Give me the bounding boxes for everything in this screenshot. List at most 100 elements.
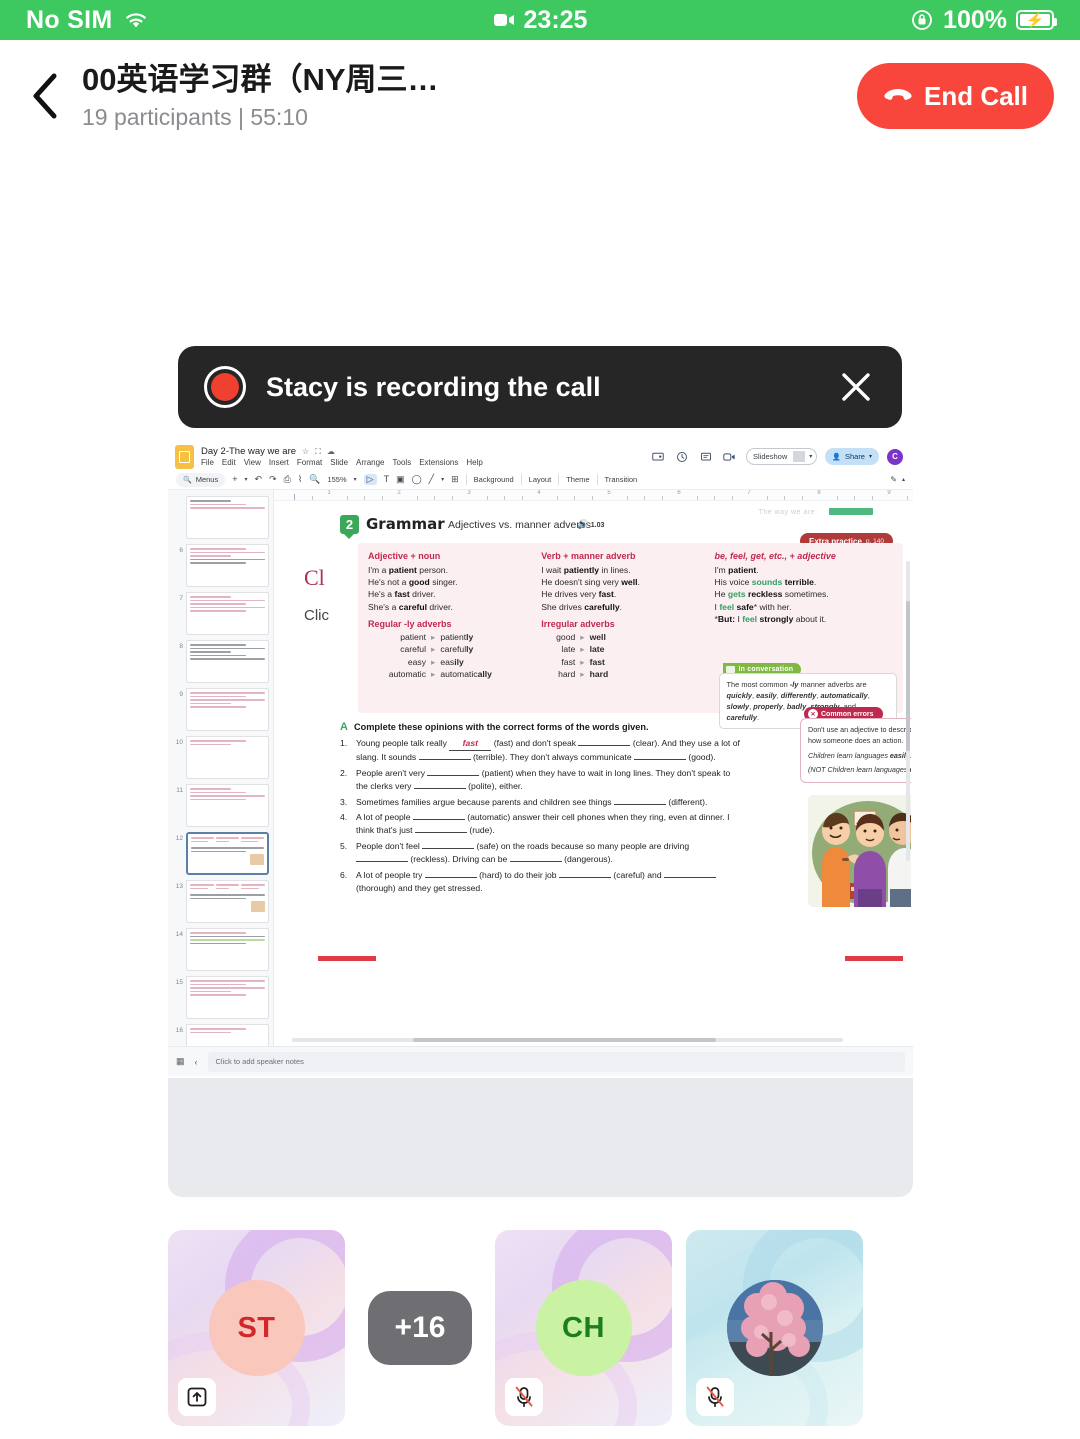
star-icon[interactable]: ☆ — [302, 447, 309, 456]
background-button[interactable]: Background — [474, 475, 514, 484]
comment-icon[interactable] — [698, 449, 714, 465]
list-item[interactable]: 16 — [172, 1024, 269, 1046]
tile-stacy[interactable]: ST — [168, 1230, 345, 1426]
slide-thumbnail[interactable] — [186, 736, 269, 779]
share-button[interactable]: 👤 Share ▾ — [825, 448, 879, 465]
slide-thumbnail[interactable] — [186, 880, 269, 923]
line-icon[interactable]: ╱ — [429, 475, 434, 484]
mic-off-icon — [696, 1378, 734, 1416]
tile-overflow[interactable]: +16 — [368, 1291, 472, 1365]
zoom-caret-icon[interactable]: ▾ — [354, 477, 357, 483]
mic-off-icon — [505, 1378, 543, 1416]
list-item[interactable]: 12 — [172, 832, 269, 875]
list-item[interactable]: 10 — [172, 736, 269, 779]
cursor-select-icon[interactable]: ▷ — [363, 474, 377, 485]
list-item: 2. People aren't very (patient) when they… — [340, 767, 731, 791]
list-item[interactable]: 7 — [172, 592, 269, 635]
list-item[interactable]: 11 — [172, 784, 269, 827]
slide-canvas-area[interactable]: 1 2 3 4 5 6 7 8 9 Cl Clic The way we are… — [274, 490, 913, 1046]
shape-icon[interactable]: ◯ — [412, 475, 422, 484]
google-slides-icon — [175, 444, 194, 469]
menu-slide[interactable]: Slide — [330, 458, 348, 467]
pen-icon[interactable]: ✎ — [890, 475, 897, 484]
history-icon[interactable] — [674, 449, 690, 465]
undo-icon[interactable]: ↶ — [255, 475, 263, 484]
tile-ch[interactable]: CH — [495, 1230, 672, 1426]
list-item[interactable]: 9 — [172, 688, 269, 731]
chevron-down-icon[interactable]: ▾ — [805, 453, 816, 460]
slide-thumbnail[interactable] — [186, 496, 269, 539]
redo-icon[interactable]: ↷ — [269, 475, 277, 484]
text-box-icon[interactable]: T — [384, 475, 390, 484]
screen-share-container[interactable]: Day 2-The way we are ☆ ⛶ ☁ File Edit Vie… — [168, 440, 913, 1197]
current-slide[interactable]: Cl Clic The way we are 2 Grammar Adjecti… — [296, 507, 911, 967]
menu-insert[interactable]: Insert — [269, 458, 289, 467]
slide-thumbnail[interactable] — [186, 976, 269, 1019]
slide-thumbnail[interactable] — [186, 592, 269, 635]
transition-button[interactable]: Transition — [605, 475, 638, 484]
zoom-level-label[interactable]: 155% — [327, 475, 346, 484]
menu-arrange[interactable]: Arrange — [356, 458, 384, 467]
collapse-icon[interactable]: ▴ — [902, 476, 905, 483]
cloud-status-icon[interactable]: ☁ — [327, 447, 335, 456]
list-item[interactable] — [172, 496, 269, 539]
slide-filmstrip[interactable]: 6 7 8 9 10 11 12 13 14 15 16 — [168, 490, 274, 1046]
slide-thumbnail[interactable] — [186, 784, 269, 827]
menus-search-button[interactable]: 🔍 Menus — [176, 472, 226, 487]
avatar[interactable]: C — [887, 448, 903, 465]
slide-thumbnail-selected[interactable] — [186, 832, 269, 875]
slide-thumbnail[interactable] — [186, 544, 269, 587]
speaker-notes-bar[interactable]: ▦ ‹ Click to add speaker notes — [168, 1046, 913, 1076]
slide-editing-area[interactable]: Cl Clic The way we are 2 Grammar Adjecti… — [274, 501, 913, 1046]
cherry-blossom-photo — [726, 1280, 823, 1376]
menu-extensions[interactable]: Extensions — [419, 458, 458, 467]
horizontal-ruler: 1 2 3 4 5 6 7 8 9 — [274, 490, 913, 501]
close-icon[interactable] — [836, 367, 876, 407]
speaker-notes-input[interactable]: Click to add speaker notes — [207, 1051, 905, 1072]
canvas-vertical-scrollbar[interactable] — [906, 561, 910, 861]
chevron-down-icon[interactable]: ▾ — [869, 453, 872, 460]
new-slide-caret-icon[interactable]: ▾ — [245, 477, 248, 483]
comment-box-icon[interactable]: ⊞ — [451, 475, 459, 484]
layout-button[interactable]: Layout — [529, 475, 552, 484]
move-icon[interactable]: ⛶ — [315, 447, 321, 457]
list-item[interactable]: 14 — [172, 928, 269, 971]
adverb-pair: good ▸ well — [556, 631, 606, 642]
list-item[interactable]: 8 — [172, 640, 269, 683]
line-caret-icon[interactable]: ▾ — [441, 477, 444, 483]
ghost-text-box-1[interactable]: Cl — [300, 561, 336, 595]
ghost-text-box-2[interactable]: Clic — [300, 603, 342, 631]
wifi-icon — [123, 10, 149, 30]
print-icon[interactable]: ⎙ — [284, 475, 291, 484]
tile-photo[interactable] — [686, 1230, 863, 1426]
present-cast-icon[interactable] — [650, 449, 666, 465]
slides-menu-bar: File Edit View Insert Format Slide Arran… — [201, 458, 650, 467]
slideshow-button[interactable]: Slideshow ▾ — [746, 448, 818, 465]
zoom-icon[interactable]: 🔍 — [309, 475, 320, 484]
back-button[interactable] — [14, 65, 76, 127]
slide-thumbnail[interactable] — [186, 688, 269, 731]
slide-thumbnail[interactable] — [186, 1024, 269, 1046]
avatar: CH — [535, 1280, 632, 1376]
menu-file[interactable]: File — [201, 458, 214, 467]
slide-thumbnail[interactable] — [186, 640, 269, 683]
list-item[interactable]: 15 — [172, 976, 269, 1019]
paint-format-icon[interactable]: ⌇ — [298, 475, 302, 484]
end-call-button[interactable]: End Call — [856, 63, 1054, 129]
menu-edit[interactable]: Edit — [222, 458, 236, 467]
menu-format[interactable]: Format — [297, 458, 322, 467]
image-icon[interactable]: ▣ — [396, 475, 405, 484]
new-slide-icon[interactable]: + — [232, 475, 237, 484]
collapse-left-icon[interactable]: ‹ — [195, 1057, 198, 1067]
document-title[interactable]: Day 2-The way we are — [201, 446, 296, 457]
canvas-horizontal-scrollbar[interactable] — [292, 1038, 843, 1042]
list-item[interactable]: 6 — [172, 544, 269, 587]
theme-button[interactable]: Theme — [566, 475, 589, 484]
list-item[interactable]: 13 — [172, 880, 269, 923]
menu-tools[interactable]: Tools — [393, 458, 412, 467]
menu-view[interactable]: View — [244, 458, 261, 467]
slide-thumbnail[interactable] — [186, 928, 269, 971]
grid-view-icon[interactable]: ▦ — [176, 1056, 185, 1067]
menu-help[interactable]: Help — [466, 458, 482, 467]
meet-camera-icon[interactable] — [722, 449, 738, 465]
